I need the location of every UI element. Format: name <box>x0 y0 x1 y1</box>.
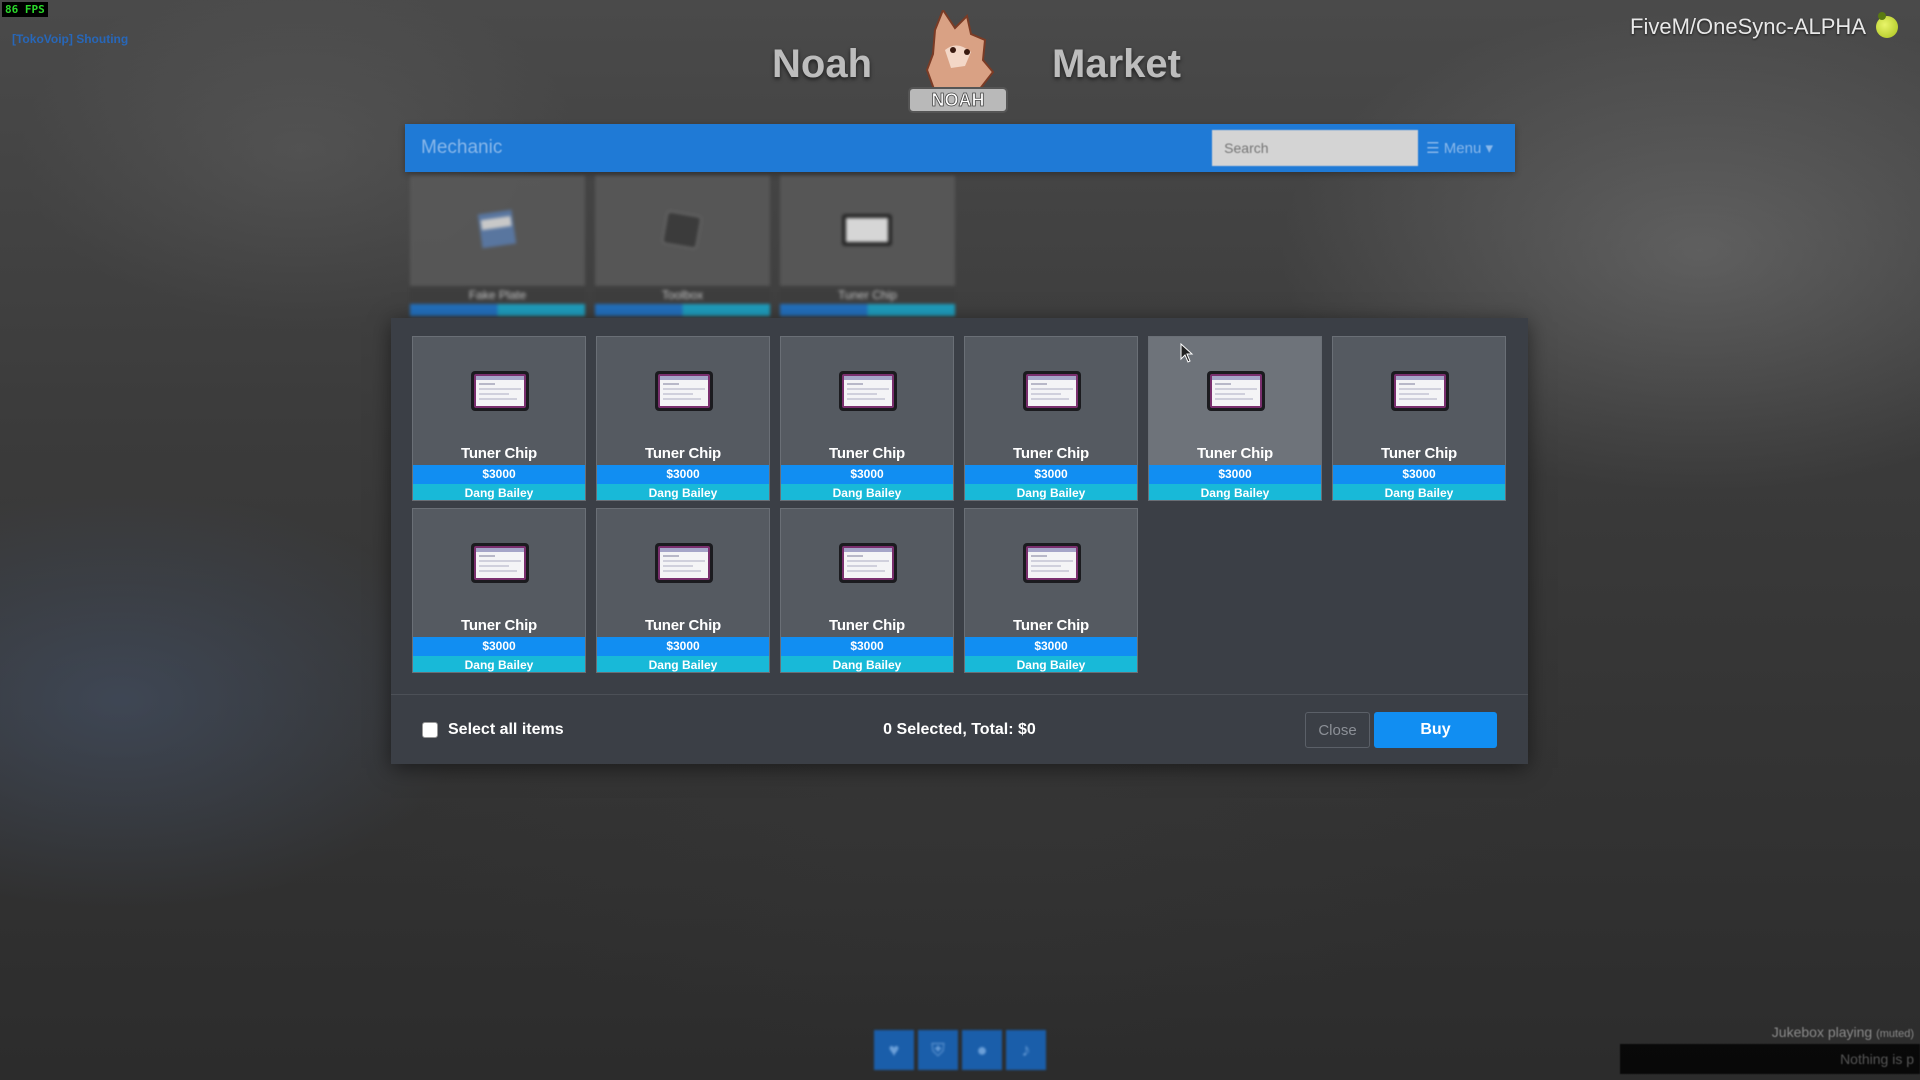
jukebox-now-playing: Nothing is p <box>1620 1044 1920 1074</box>
item-card[interactable]: Tuner Chip $3000 Dang Bailey <box>596 508 770 673</box>
jukebox-muted: (muted) <box>1876 1028 1914 1040</box>
heart-icon: ♥ <box>874 1030 914 1070</box>
voice-status: [TokoVoip] Shouting <box>12 32 129 46</box>
category-bar <box>595 304 770 316</box>
item-name: Tuner Chip <box>1012 445 1090 462</box>
category-title: Mechanic <box>421 137 503 158</box>
category-row: Fake Plate Toolbox Tuner Chip <box>410 176 955 316</box>
item-seller: Dang Bailey <box>965 656 1137 672</box>
tablet-icon <box>839 371 897 411</box>
modal-footer: Select all items 0 Selected, Total: $0 C… <box>391 694 1528 765</box>
item-price: $3000 <box>965 465 1137 484</box>
item-price: $3000 <box>965 637 1137 656</box>
item-price: $3000 <box>413 637 585 656</box>
item-price: $3000 <box>781 465 953 484</box>
item-price: $3000 <box>413 465 585 484</box>
brand-right-word: Market <box>1052 42 1181 86</box>
item-seller: Dang Bailey <box>1333 484 1505 500</box>
item-seller: Dang Bailey <box>781 656 953 672</box>
license-plate-icon <box>477 209 517 249</box>
category-bar <box>780 304 955 316</box>
category-label: Tuner Chip <box>780 286 955 304</box>
speaker-icon: ♪ <box>1006 1030 1046 1070</box>
item-name: Tuner Chip <box>1196 445 1274 462</box>
category-label: Fake Plate <box>410 286 585 304</box>
item-seller: Dang Bailey <box>781 484 953 500</box>
item-name: Tuner Chip <box>644 445 722 462</box>
category-label: Toolbox <box>595 286 770 304</box>
tablet-icon <box>839 543 897 583</box>
item-seller: Dang Bailey <box>597 656 769 672</box>
category-tile-toolbox[interactable]: Toolbox <box>595 176 770 316</box>
purchase-modal: Tuner Chip $3000 Dang Bailey Tuner Chip … <box>391 318 1528 764</box>
item-price: $3000 <box>597 637 769 656</box>
category-tile-tuner-chip[interactable]: Tuner Chip <box>780 176 955 316</box>
menu-dropdown-button[interactable]: ☰ Menu ▾ <box>1426 139 1493 157</box>
item-seller: Dang Bailey <box>1149 484 1321 500</box>
item-seller: Dang Bailey <box>597 484 769 500</box>
item-card[interactable]: Tuner Chip $3000 Dang Bailey <box>1332 336 1506 501</box>
item-price: $3000 <box>1149 465 1321 484</box>
jukebox-status: Jukebox playing (muted) <box>1772 1024 1914 1040</box>
item-grid: Tuner Chip $3000 Dang Bailey Tuner Chip … <box>412 336 1508 673</box>
tablet-icon <box>1023 543 1081 583</box>
item-card[interactable]: Tuner Chip $3000 Dang Bailey <box>412 336 586 501</box>
lemon-icon <box>1876 12 1898 38</box>
drop-icon: ● <box>962 1030 1002 1070</box>
tablet-icon <box>471 371 529 411</box>
item-card[interactable]: Tuner Chip $3000 Dang Bailey <box>412 508 586 673</box>
tablet-icon <box>471 543 529 583</box>
close-button[interactable]: Close <box>1305 712 1370 748</box>
item-card[interactable]: Tuner Chip $3000 Dang Bailey <box>1148 336 1322 501</box>
fox-mascot-logo: NOAH <box>908 10 1008 113</box>
buy-button[interactable]: Buy <box>1374 712 1497 748</box>
fps-counter: 86 FPS <box>2 2 48 17</box>
server-name: FiveM/OneSync-ALPHA <box>1630 14 1866 39</box>
tablet-icon <box>1391 371 1449 411</box>
item-seller: Dang Bailey <box>413 484 585 500</box>
tablet-icon <box>1207 371 1265 411</box>
tablet-icon <box>842 214 892 246</box>
search-input[interactable] <box>1212 130 1419 166</box>
item-seller: Dang Bailey <box>413 656 585 672</box>
tablet-icon <box>655 543 713 583</box>
status-icon-bar: ♥ ⛨ ● ♪ <box>874 1030 1046 1070</box>
item-card[interactable]: Tuner Chip $3000 Dang Bailey <box>596 336 770 501</box>
item-price: $3000 <box>597 465 769 484</box>
item-card[interactable]: Tuner Chip $3000 Dang Bailey <box>964 336 1138 501</box>
market-navbar: Mechanic ☰ Menu ▾ <box>405 124 1515 172</box>
item-price: $3000 <box>1333 465 1505 484</box>
item-price: $3000 <box>781 637 953 656</box>
item-name: Tuner Chip <box>460 617 538 634</box>
item-name: Tuner Chip <box>828 445 906 462</box>
brand-left-word: Noah <box>772 42 872 86</box>
tablet-icon <box>655 371 713 411</box>
toolbox-icon <box>662 211 702 249</box>
item-name: Tuner Chip <box>1380 445 1458 462</box>
svg-text:NOAH: NOAH <box>932 90 985 110</box>
shield-icon: ⛨ <box>918 1030 958 1070</box>
server-tag: FiveM/OneSync-ALPHA <box>1630 12 1898 40</box>
item-name: Tuner Chip <box>644 617 722 634</box>
item-card[interactable]: Tuner Chip $3000 Dang Bailey <box>964 508 1138 673</box>
item-name: Tuner Chip <box>1012 617 1090 634</box>
category-bar <box>410 304 585 316</box>
item-card[interactable]: Tuner Chip $3000 Dang Bailey <box>780 508 954 673</box>
mouse-cursor-icon <box>1180 343 1194 363</box>
item-name: Tuner Chip <box>460 445 538 462</box>
jukebox-status-text: Jukebox playing <box>1771 1024 1873 1040</box>
item-name: Tuner Chip <box>828 617 906 634</box>
category-tile-fake-plate[interactable]: Fake Plate <box>410 176 585 316</box>
tablet-icon <box>1023 371 1081 411</box>
item-seller: Dang Bailey <box>965 484 1137 500</box>
item-card[interactable]: Tuner Chip $3000 Dang Bailey <box>780 336 954 501</box>
